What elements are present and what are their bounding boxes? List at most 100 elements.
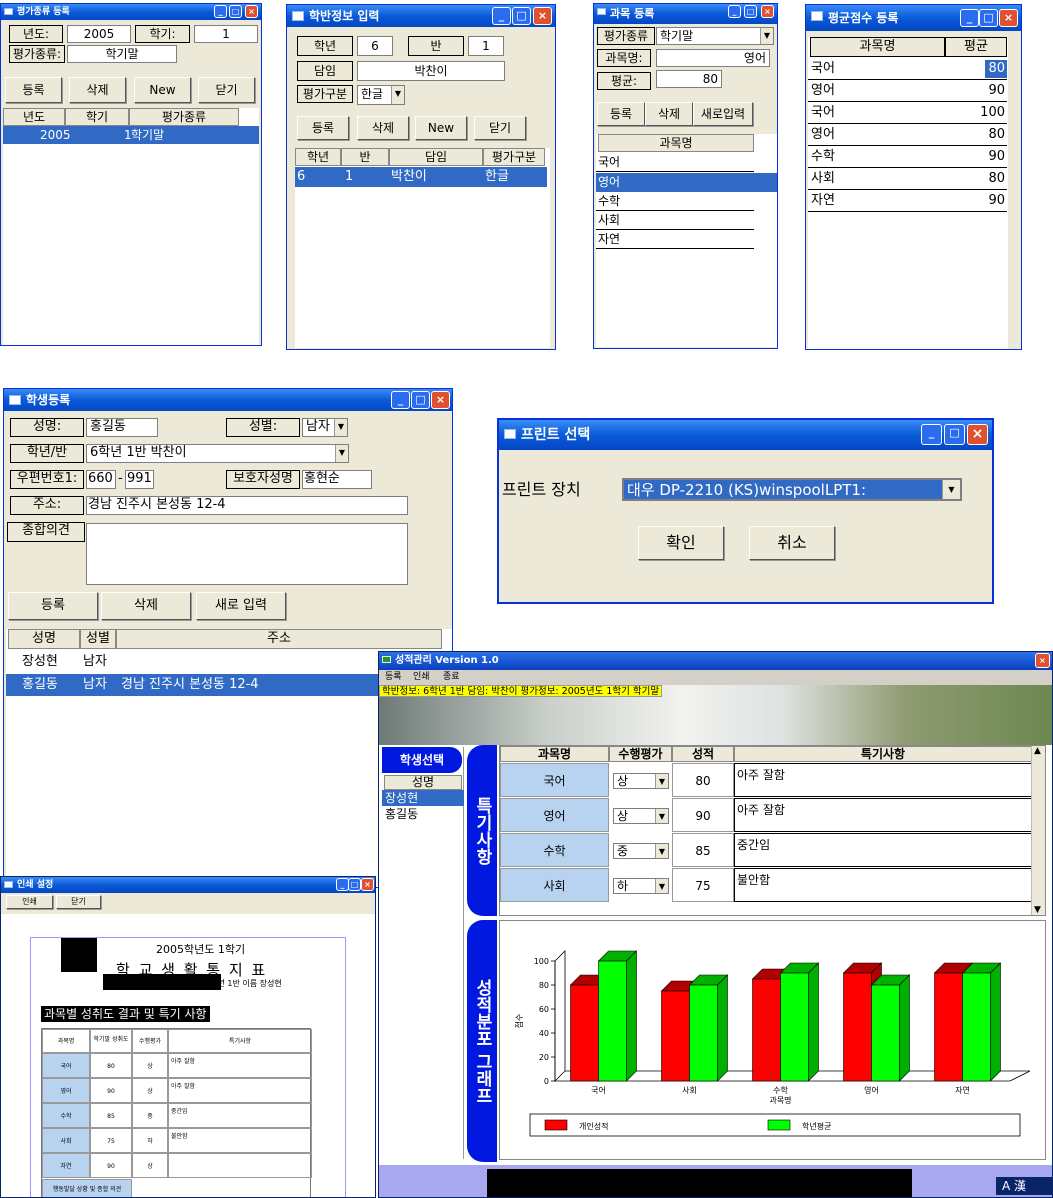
ime-indicator[interactable]: A 漢 xyxy=(996,1177,1052,1195)
cell-avg[interactable]: 90 xyxy=(967,192,1007,210)
opinion-textarea[interactable] xyxy=(86,523,408,585)
table-row[interactable]: 영어 90 xyxy=(808,80,1007,102)
delete-button[interactable]: 삭제 xyxy=(69,77,126,103)
avg-field[interactable]: 80 xyxy=(656,70,722,88)
tab-notes[interactable]: 특기사항 xyxy=(467,745,497,916)
chevron-down-icon[interactable]: ▼ xyxy=(334,419,347,436)
chevron-down-icon[interactable]: ▼ xyxy=(335,445,348,462)
maximize-icon[interactable]: □ xyxy=(979,9,998,27)
col-note[interactable]: 특기사항 xyxy=(734,746,1032,762)
chevron-down-icon[interactable]: ▼ xyxy=(655,809,668,823)
cell-avg[interactable]: 80 xyxy=(967,126,1007,144)
minimize-icon[interactable]: _ xyxy=(391,391,410,409)
name-field[interactable]: 홍길동 xyxy=(86,418,158,437)
class-select[interactable]: 6학년 1반 박찬이 ▼ xyxy=(86,444,349,463)
menu-register[interactable]: 등록 xyxy=(385,670,402,684)
col-gender[interactable]: 성별 xyxy=(80,629,116,649)
close-button[interactable]: 닫기 xyxy=(56,895,101,909)
subject-field[interactable]: 영어 xyxy=(656,49,770,67)
cancel-button[interactable]: 취소 xyxy=(749,526,835,560)
close-icon[interactable]: × xyxy=(999,9,1018,27)
gender-select[interactable]: 남자 ▼ xyxy=(302,418,348,437)
print-button[interactable]: 인쇄 xyxy=(6,895,53,909)
col-eval[interactable]: 평가구분 xyxy=(483,148,545,166)
new-button[interactable]: New xyxy=(134,77,191,103)
grade-field[interactable]: 6 xyxy=(357,36,393,56)
chevron-down-icon[interactable]: ▼ xyxy=(655,844,668,858)
cell-avg[interactable]: 90 xyxy=(967,148,1007,166)
chevron-down-icon[interactable]: ▼ xyxy=(655,879,668,893)
col-subject[interactable]: 과목명 xyxy=(500,746,609,762)
menu-print[interactable]: 인쇄 xyxy=(413,670,430,684)
new-entry-button[interactable]: 새로입력 xyxy=(693,102,753,126)
chevron-down-icon[interactable]: ▼ xyxy=(655,774,668,788)
col-subject[interactable]: 과목명 xyxy=(810,37,945,57)
col-grade[interactable]: 학년 xyxy=(295,148,341,166)
close-icon[interactable]: × xyxy=(361,878,374,891)
close-icon[interactable]: × xyxy=(967,424,988,445)
perf-select[interactable]: 상 ▼ xyxy=(613,773,669,789)
perf-select[interactable]: 중 ▼ xyxy=(613,843,669,859)
maximize-icon[interactable]: □ xyxy=(512,7,531,25)
type-field[interactable]: 학기말 xyxy=(67,45,177,63)
cell-avg[interactable]: 80 xyxy=(985,60,1007,78)
table-row[interactable]: 국어 100 xyxy=(808,102,1007,124)
delete-button[interactable]: 삭제 xyxy=(357,116,409,140)
scroll-up-icon[interactable]: ▲ xyxy=(1034,746,1041,756)
register-button[interactable]: 등록 xyxy=(5,77,62,103)
table-row[interactable]: 자연 90 xyxy=(808,190,1007,212)
year-field[interactable]: 2005 xyxy=(67,25,131,43)
student-item[interactable]: 장성현 xyxy=(382,790,464,806)
table-row[interactable]: 국어 80 xyxy=(808,58,1007,80)
perf-select[interactable]: 하 ▼ xyxy=(613,878,669,894)
chevron-down-icon[interactable]: ▼ xyxy=(942,480,960,499)
col-name[interactable]: 성명 xyxy=(8,629,80,649)
cell-subject[interactable]: 영어 xyxy=(500,798,609,832)
cell-note[interactable]: 중간임 xyxy=(734,833,1032,867)
col-subject[interactable]: 과목명 xyxy=(598,134,754,152)
eval-select[interactable]: 학기말 ▼ xyxy=(656,27,774,45)
maximize-icon[interactable]: □ xyxy=(411,391,430,409)
minimize-icon[interactable]: _ xyxy=(921,424,942,445)
list-item[interactable]: 사회 xyxy=(596,211,754,230)
close-icon[interactable]: × xyxy=(245,5,258,18)
close-icon[interactable]: × xyxy=(1035,653,1050,668)
maximize-icon[interactable]: □ xyxy=(744,5,757,18)
scrollbar[interactable]: ▲ ▼ xyxy=(1031,746,1045,915)
cell-avg[interactable]: 100 xyxy=(967,104,1007,122)
class-field[interactable]: 1 xyxy=(468,36,504,56)
col-perf[interactable]: 수행평가 xyxy=(609,746,672,762)
chevron-down-icon[interactable]: ▼ xyxy=(760,28,773,44)
minimize-icon[interactable]: _ xyxy=(728,5,741,18)
list-item[interactable]: 자연 xyxy=(596,230,754,249)
col-address[interactable]: 주소 xyxy=(116,629,442,649)
table-row[interactable]: 영어 80 xyxy=(808,124,1007,146)
address-field[interactable]: 경남 진주시 본성동 12-4 xyxy=(86,496,408,515)
cell-note[interactable]: 아주 잘함 xyxy=(734,798,1032,832)
cell-note[interactable]: 아주 잘함 xyxy=(734,763,1032,797)
term-field[interactable]: 1 xyxy=(194,25,258,43)
guardian-field[interactable]: 홍현순 xyxy=(302,470,372,489)
minimize-icon[interactable]: _ xyxy=(960,9,979,27)
close-icon[interactable]: × xyxy=(761,5,774,18)
new-entry-button[interactable]: 새로 입력 xyxy=(196,592,286,620)
list-item[interactable]: 수학 xyxy=(596,192,754,211)
col-avg[interactable]: 평균 xyxy=(945,37,1007,57)
minimize-icon[interactable]: _ xyxy=(492,7,511,25)
cell-note[interactable]: 불안함 xyxy=(734,868,1032,902)
tab-graph[interactable]: 성적분포 그래프 xyxy=(467,920,497,1162)
menu-exit[interactable]: 종료 xyxy=(443,670,460,684)
col-student-name[interactable]: 성명 xyxy=(384,775,462,790)
list-item[interactable]: 영어 xyxy=(596,173,777,192)
maximize-icon[interactable]: □ xyxy=(229,5,242,18)
cell-avg[interactable]: 80 xyxy=(967,170,1007,188)
col-teacher[interactable]: 담임 xyxy=(389,148,483,166)
col-term[interactable]: 학기 xyxy=(65,108,129,126)
device-select[interactable]: 대우 DP-2210 (KS)winspoolLPT1: ▼ xyxy=(622,478,962,501)
cell-avg[interactable]: 90 xyxy=(967,82,1007,100)
register-button[interactable]: 등록 xyxy=(8,592,98,620)
cell-subject[interactable]: 수학 xyxy=(500,833,609,867)
table-row[interactable]: 수학 90 xyxy=(808,146,1007,168)
zip1-field[interactable]: 660 xyxy=(86,470,116,489)
table-row[interactable]: 6 1 박찬이 한글 xyxy=(295,167,547,187)
